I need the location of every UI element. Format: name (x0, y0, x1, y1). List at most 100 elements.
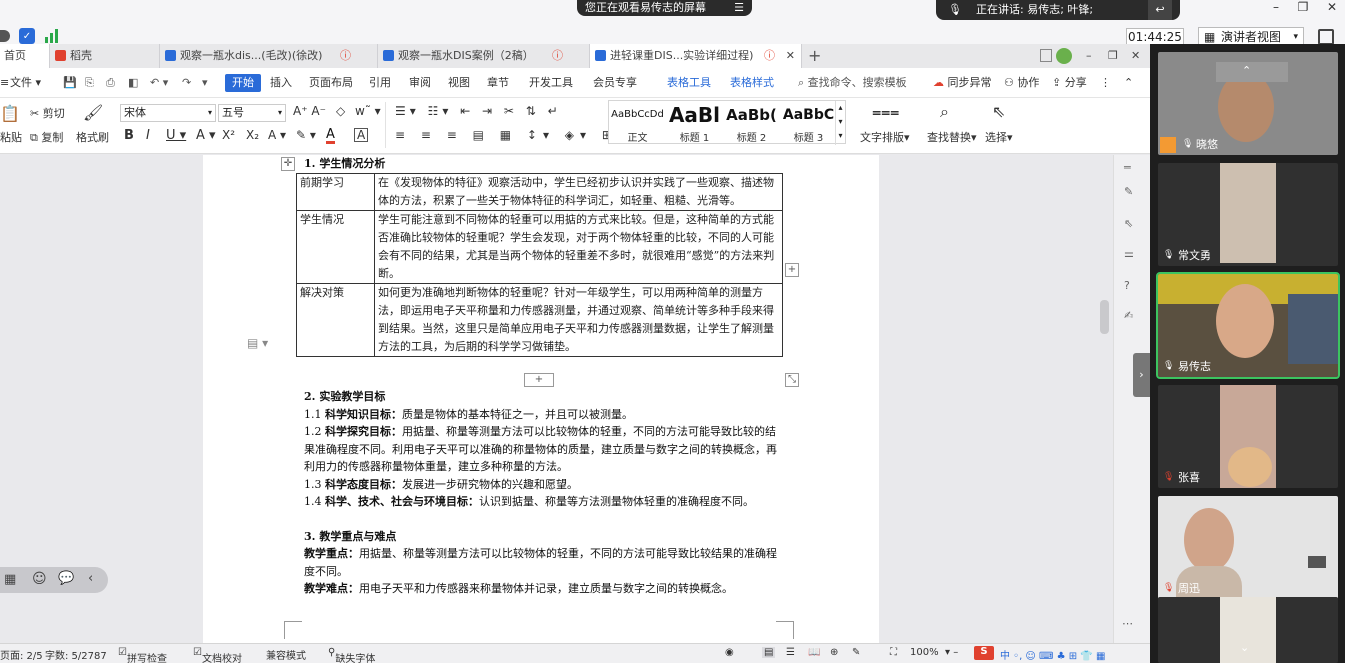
clear-format-icon[interactable]: ◇ (336, 104, 345, 118)
tab-doc-3[interactable]: 进轻课重DIS...实验详细过程) ⓘ ✕ (590, 44, 802, 68)
menu-file[interactable]: 文件 ▾ (10, 68, 41, 98)
style-gallery-scroll[interactable]: ▴ ▾ ▾ (835, 101, 845, 145)
help-icon[interactable]: ? (1124, 279, 1130, 292)
style-normal[interactable]: AaBbCcDd 正文 (609, 101, 666, 145)
table-cell-value[interactable]: 如何更为准确地判断物体的轻重呢？针对一年级学生，可以用两种简单的测量方法，即运用… (374, 283, 783, 357)
collapse-icon[interactable]: ‹ (88, 571, 93, 586)
bold-icon[interactable]: B (124, 128, 134, 143)
style-heading-1[interactable]: AaBl 标题 1 (666, 101, 723, 145)
font-family-select[interactable]: 宋体 ▾ (120, 104, 216, 122)
table-cell-value[interactable]: 学生可能注意到不同物体的轻重可以用掂的方式来比较。但是，这种简单的方式能否准确比… (374, 210, 783, 284)
fit-icon[interactable]: ⛶ (890, 647, 897, 658)
superscript-icon[interactable]: X² (222, 128, 235, 142)
apps-icon[interactable]: ▦ (4, 572, 16, 587)
menu-member[interactable]: 会员专享 (593, 68, 637, 98)
menu-start[interactable]: 开始 (225, 74, 261, 92)
font-color-icon[interactable]: A (326, 128, 335, 144)
menu-icon[interactable]: ☰ (734, 0, 744, 16)
add-row-button[interactable]: + (524, 373, 554, 387)
find-replace-button[interactable]: 查找替换▾ (927, 129, 977, 145)
more-tools-icon[interactable]: ⋯ (1122, 617, 1133, 630)
menu-review[interactable]: 审阅 (409, 68, 431, 98)
cut-button[interactable]: ✂ 剪切 (30, 105, 65, 121)
missing-font-button[interactable]: ⚲ 缺失字体 (328, 647, 375, 663)
tab-list-icon[interactable] (1040, 49, 1052, 62)
participant-tile[interactable]: ⌄ (1158, 597, 1338, 663)
word-counter[interactable]: 字数: 5/2787 (45, 647, 107, 662)
style-heading-3[interactable]: AaBbC 标题 3 (780, 101, 837, 145)
brush-icon[interactable]: 🖌 (83, 103, 103, 122)
more-icon[interactable]: ▾ (202, 68, 208, 98)
participant-tile[interactable]: 🎙 常文勇 (1158, 163, 1338, 266)
participant-tile[interactable]: 🎙 周迅 (1158, 496, 1338, 599)
table-cell-key[interactable]: 学生情况 (296, 210, 375, 284)
web-view-icon[interactable]: ⊕ (830, 647, 838, 658)
table-cell-key[interactable]: 解决对策 (296, 283, 375, 357)
table-move-handle[interactable]: ✛ (281, 157, 295, 171)
paste-button[interactable]: 粘贴 (0, 129, 22, 145)
undo-icon[interactable]: ↶ ▾ (150, 68, 168, 98)
preview-icon[interactable]: ◧ (128, 68, 138, 98)
chevron-up-icon[interactable]: ⌃ (1242, 64, 1251, 77)
proof-button[interactable]: ☑ 文档校对 (193, 647, 242, 663)
spell-check-button[interactable]: ☑ 拼写检查 (118, 647, 167, 663)
emoji-icon[interactable]: ☺ (32, 571, 47, 587)
menu-chapter[interactable]: 章节 (487, 68, 509, 98)
expand-panel-icon[interactable]: › (1133, 353, 1150, 397)
pointer-icon[interactable]: ⇖ (1124, 217, 1133, 230)
zoom-dropdown-icon[interactable]: ▾ – (945, 647, 958, 658)
tab-home[interactable]: 首页 (0, 44, 50, 68)
highlight-icon[interactable]: ✎ ▾ (296, 128, 316, 142)
close-icon[interactable]: ✕ (1318, 0, 1345, 14)
phonetic-icon[interactable]: w˜ ▾ (355, 104, 381, 118)
student-analysis-table[interactable]: 前期学习 在《发现物体的特征》观察活动中，学生已经初步认识并实践了一些观察、描述物… (296, 173, 783, 357)
ime-toolbar[interactable]: 中 ◦, ☺ ⌨ ♣ ⊞ 👕 ▦ (1000, 647, 1105, 662)
chevron-down-icon[interactable]: ⌄ (1240, 641, 1249, 654)
collab-button[interactable]: ⚇ 协作 (1004, 68, 1039, 98)
restore-icon[interactable]: ❐ (1289, 0, 1317, 14)
style-heading-2[interactable]: AaBb(标题 2 (723, 101, 780, 145)
format-painter-button[interactable]: 格式刷 (76, 129, 109, 145)
list-buttons[interactable]: ☰▾ ☷▾ ⇤ ⇥ ✂ ⇅ ↵ (395, 104, 562, 118)
participant-tile[interactable]: ⌃ 🎙 晓悠 (1158, 52, 1338, 155)
font-size-select[interactable]: 五号 ▾ (218, 104, 286, 122)
text-effect-icon[interactable]: A ▾ (268, 128, 286, 142)
tab-doc-1[interactable]: 观察一瓶水dis...(毛改)(徐改) ⓘ (160, 44, 378, 68)
align-buttons[interactable]: ≡ ≡ ≡ ▤ ▦ ↕▾ ◈▾ ⊞▾ (395, 128, 630, 142)
save-icon[interactable]: 💾 (63, 68, 77, 98)
fullscreen-icon[interactable] (1318, 29, 1334, 45)
menu-table-style[interactable]: 表格样式 (730, 68, 774, 98)
add-tab-icon[interactable]: + (808, 44, 821, 68)
close-tab-icon[interactable]: ✕ (786, 44, 795, 68)
text-layout-icon[interactable]: ⩶ (872, 102, 899, 122)
char-border-icon[interactable]: A (354, 128, 369, 142)
doc-nav-icon[interactable]: ▤ ▾ (247, 336, 268, 350)
menu-page-layout[interactable]: 页面布局 (309, 68, 353, 98)
underline-icon[interactable]: U ▾ (166, 128, 186, 143)
tab-doc-2[interactable]: 观察一瓶水DIS案例（2稿） ⓘ (378, 44, 590, 68)
menu-view[interactable]: 视图 (448, 68, 470, 98)
menu-table-tools[interactable]: 表格工具 (667, 68, 711, 98)
shield-icon[interactable]: ✓ (19, 28, 35, 44)
table-resize-handle[interactable]: ⤡ (785, 373, 799, 387)
participant-tile-active[interactable]: 🎙 易传志 (1156, 272, 1340, 379)
collapse-ribbon-icon[interactable]: ⌃ (1124, 68, 1133, 98)
find-icon[interactable]: ⌕ (940, 102, 949, 122)
add-column-button[interactable]: + (785, 263, 799, 277)
italic-icon[interactable]: I (146, 128, 150, 143)
cursor-icon[interactable]: ⇖ (992, 102, 1005, 121)
eye-icon[interactable]: ◉ (725, 647, 734, 658)
adjust-icon[interactable]: ⚌ (1124, 247, 1134, 260)
text-layout-button[interactable]: 文字排版▾ (860, 129, 910, 145)
window-restore-icon[interactable]: ❐ (1108, 44, 1118, 68)
more-options-icon[interactable]: ⋮ (1100, 68, 1111, 98)
menu-toggle-icon[interactable]: ≡ (0, 68, 9, 98)
outline-view-icon[interactable]: ☰ (786, 647, 795, 658)
window-close-icon[interactable]: ✕ (1131, 44, 1140, 68)
share-button[interactable]: ⇪ 分享 (1052, 68, 1087, 98)
select-button[interactable]: 选择▾ (985, 129, 1013, 145)
menu-insert[interactable]: 插入 (270, 68, 292, 98)
minimize-icon[interactable]: – (1262, 0, 1290, 14)
subscript-icon[interactable]: X₂ (246, 128, 259, 142)
font-grow-icon[interactable]: A⁺ A⁻ (293, 104, 326, 118)
